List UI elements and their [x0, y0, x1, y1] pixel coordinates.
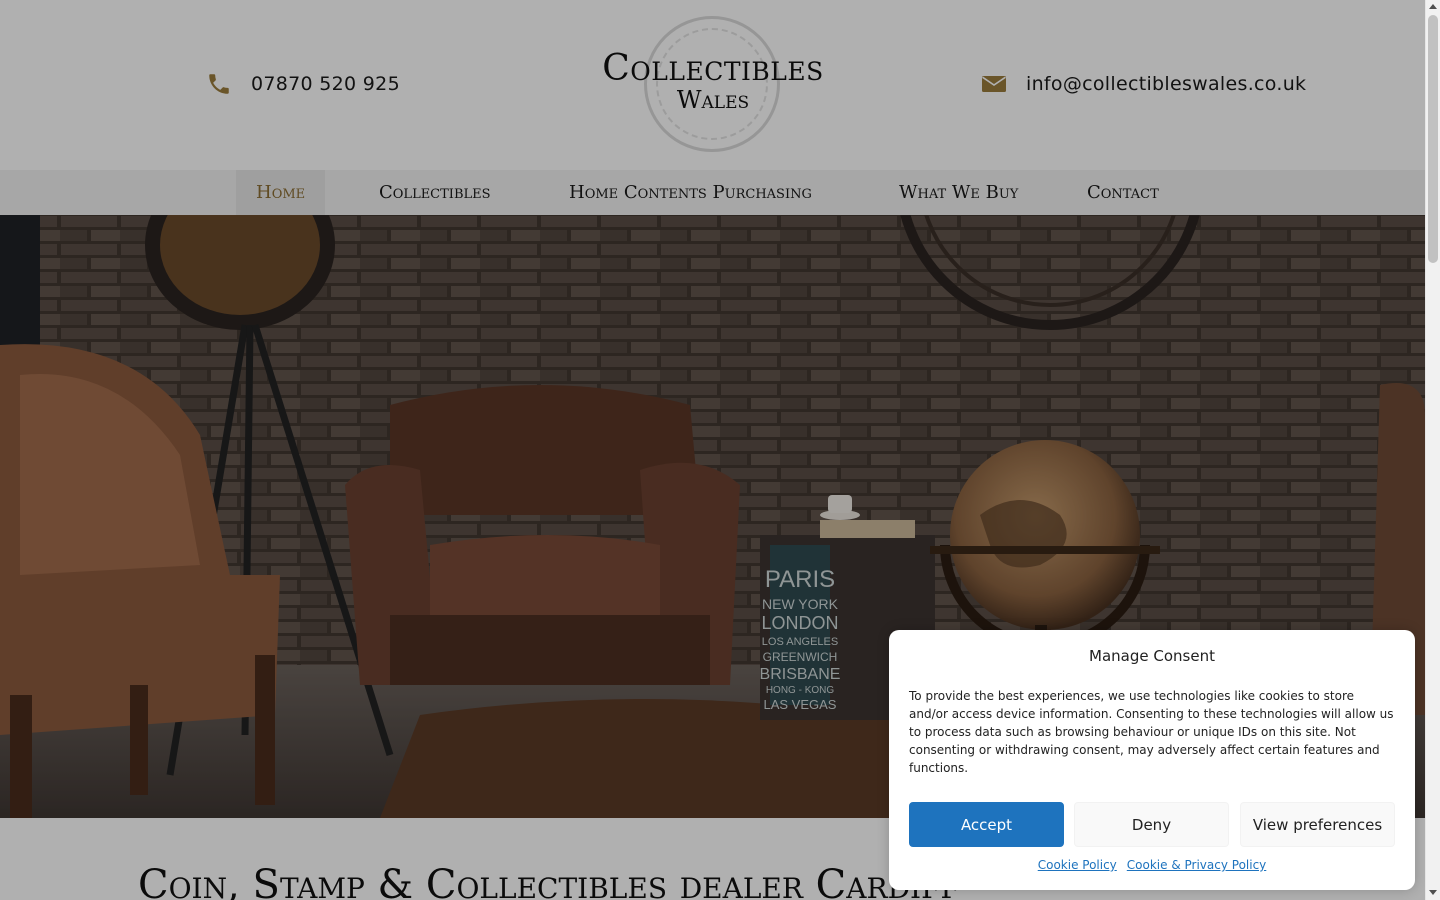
deny-button[interactable]: Deny: [1074, 802, 1229, 847]
accept-button[interactable]: Accept: [909, 802, 1064, 847]
scroll-up-arrow-icon[interactable]: [1429, 4, 1437, 9]
page-scrollbar[interactable]: [1425, 0, 1440, 900]
view-preferences-button[interactable]: View preferences: [1240, 802, 1395, 847]
consent-title: Manage Consent: [1089, 647, 1215, 665]
consent-links: Cookie Policy Cookie & Privacy Policy: [889, 858, 1415, 872]
cookie-privacy-policy-link[interactable]: Cookie & Privacy Policy: [1127, 858, 1267, 872]
page: 07870 520 925 Collectibles Wales info@co…: [0, 0, 1425, 900]
scroll-down-arrow-icon[interactable]: [1429, 890, 1437, 895]
consent-body: To provide the best experiences, we use …: [909, 689, 1394, 775]
scrollbar-thumb[interactable]: [1428, 15, 1438, 263]
cookie-consent-dialog: Manage Consent To provide the best exper…: [889, 630, 1415, 890]
cookie-policy-link[interactable]: Cookie Policy: [1038, 858, 1117, 872]
